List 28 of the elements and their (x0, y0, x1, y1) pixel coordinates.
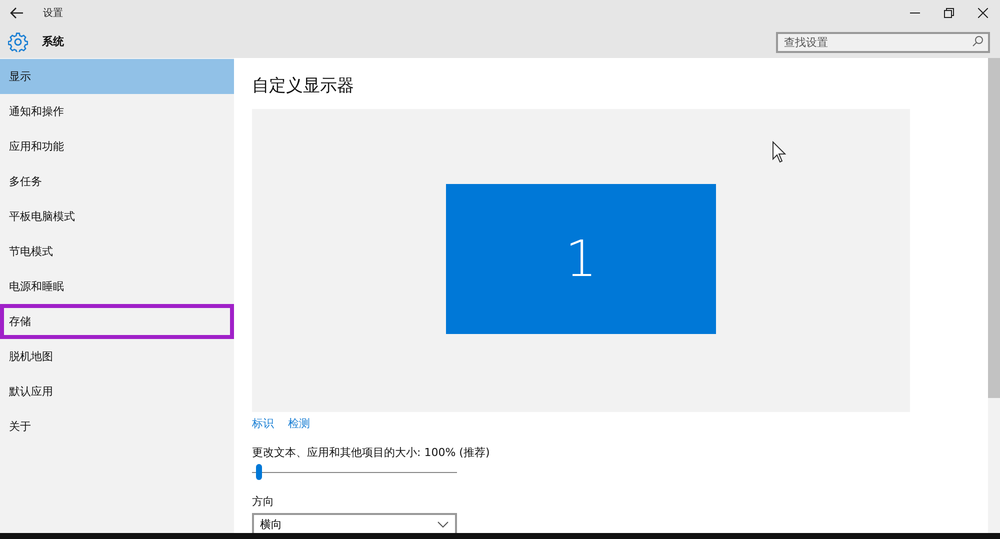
page-title: 系统 (42, 34, 64, 49)
restore-icon (944, 8, 954, 18)
orientation-label: 方向 (252, 494, 274, 510)
sidebar-item[interactable]: 通知和操作 (0, 94, 234, 129)
close-icon (978, 8, 988, 18)
link[interactable]: 检测 (288, 416, 310, 432)
scrollbar[interactable] (988, 58, 1000, 533)
monitor-tile[interactable]: 1 (446, 184, 716, 334)
sidebar-item[interactable]: 电源和睡眠 (0, 269, 234, 304)
sidebar-item[interactable]: 关于 (0, 409, 234, 444)
link[interactable]: 标识 (252, 416, 274, 432)
sidebar-item[interactable]: 默认应用 (0, 374, 234, 409)
cursor-icon (772, 141, 786, 163)
chevron-down-icon (437, 520, 449, 528)
sidebar-item[interactable]: 显示 (0, 59, 234, 94)
sidebar-item[interactable]: 脱机地图 (0, 339, 234, 374)
sidebar-item[interactable]: 多任务 (0, 164, 234, 199)
search-field[interactable]: 查找设置 (776, 32, 990, 53)
scale-label: 更改文本、应用和其他项目的大小: 100% (推荐) (252, 445, 490, 460)
gear-icon (8, 32, 28, 52)
sidebar-item[interactable]: 节电模式 (0, 234, 234, 269)
back-arrow-icon (10, 6, 24, 18)
window-title: 设置 (43, 6, 63, 20)
sidebar-item[interactable]: 应用和功能 (0, 129, 234, 164)
search-icon (972, 35, 984, 47)
section-title: 自定义显示器 (252, 75, 354, 97)
sidebar-item[interactable]: 平板电脑模式 (0, 199, 234, 234)
sidebar-item[interactable]: 存储 (0, 304, 234, 339)
